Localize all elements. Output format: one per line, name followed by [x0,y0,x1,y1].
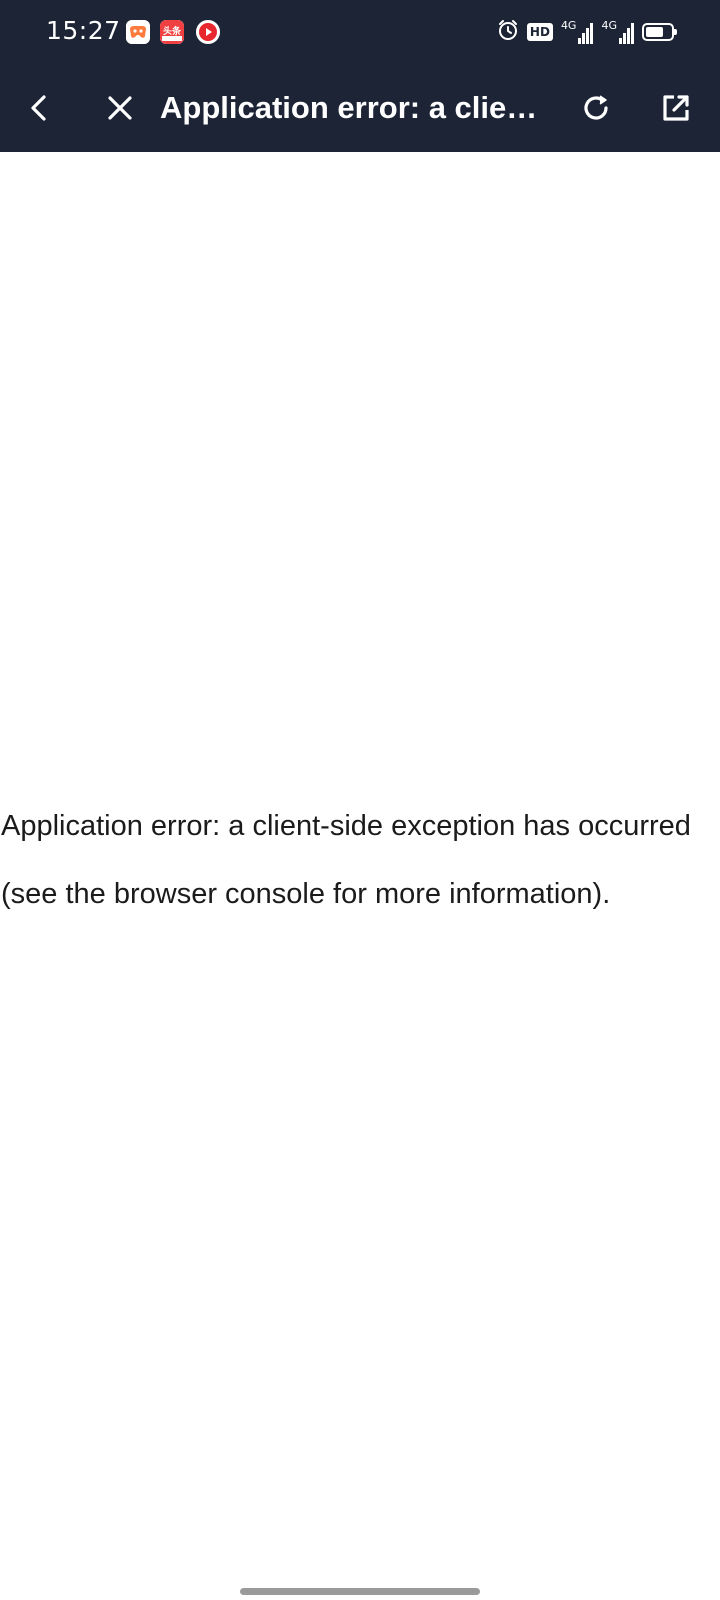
hd-voice-icon: HD [526,23,553,41]
record-icon [196,20,220,44]
error-message: Application error: a client-side excepti… [1,810,691,910]
web-content: Application error: a client-side excepti… [0,152,720,1600]
news-app-label: 头条 [163,25,182,37]
refresh-button[interactable] [574,86,618,130]
close-icon [108,96,132,120]
signal-4g-icon: 4G [561,20,594,44]
status-bar: 15:27 头条 HD 4G 4G [0,0,720,64]
home-indicator[interactable] [240,1588,480,1595]
network-type-label-2: 4G [601,19,617,32]
toutiao-news-icon: 头条 [160,20,184,44]
open-external-icon [663,95,689,121]
back-arrow-icon [31,95,46,121]
back-button[interactable] [18,86,62,130]
alarm-icon [497,19,519,46]
game-icon [126,20,150,44]
status-indicators: HD 4G 4G [497,18,677,46]
signal-4g-icon-2: 4G [601,20,634,44]
battery-level [646,27,663,37]
app-bar: Application error: a client… [0,64,720,152]
battery-icon [642,23,677,41]
close-button[interactable] [98,86,142,130]
open-in-browser-button[interactable] [654,86,698,130]
refresh-icon [584,95,608,120]
page-title: Application error: a client… [160,90,550,125]
status-time: 15:27 [46,16,121,45]
network-type-label: 4G [560,19,577,32]
